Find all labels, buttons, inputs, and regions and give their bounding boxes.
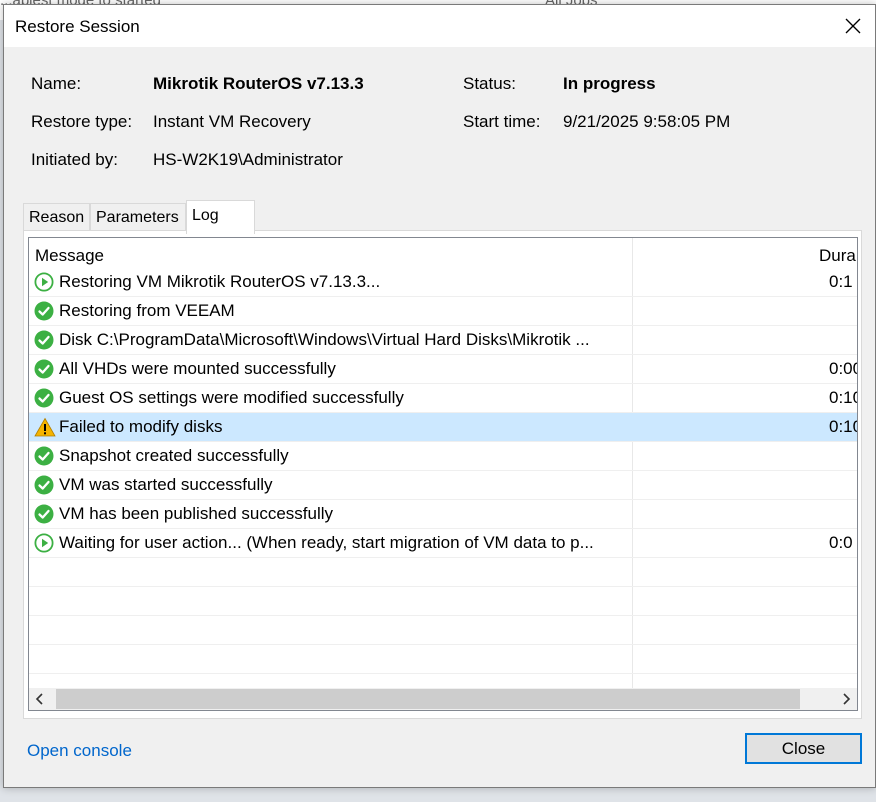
log-row[interactable]: Disk C:\ProgramData\Microsoft\Windows\Vi… [29, 326, 857, 355]
log-row-empty [29, 587, 857, 616]
restore-type-label: Restore type: [31, 112, 133, 131]
check-circle-icon [34, 504, 54, 524]
start-time-value: 9/21/2025 9:58:05 PM [563, 112, 731, 131]
log-row[interactable]: VM has been published successfully [29, 500, 857, 529]
column-header-message[interactable]: Message [35, 246, 104, 266]
scroll-right-button[interactable] [835, 688, 857, 710]
log-row[interactable]: Restoring VM Mikrotik RouterOS v7.13.3..… [29, 268, 857, 297]
horizontal-scrollbar[interactable] [29, 688, 857, 710]
log-row[interactable]: Restoring from VEEAM [29, 297, 857, 326]
log-row[interactable]: Failed to modify disks 0:10 [29, 413, 857, 442]
check-circle-icon [34, 475, 54, 495]
tab-log-label: Log [192, 207, 219, 224]
dialog-title: Restore Session [15, 17, 140, 36]
scrollbar-thumb[interactable] [56, 689, 800, 709]
play-circle-icon [34, 272, 54, 292]
close-button-label: Close [781, 738, 826, 758]
status-label: Status: [463, 74, 516, 93]
check-circle-icon [34, 388, 54, 408]
log-row-message: Restoring VM Mikrotik RouterOS v7.13.3..… [59, 272, 381, 291]
title-bar: Restore Session [4, 5, 875, 47]
close-icon [845, 18, 861, 34]
tab-log[interactable]: Log [186, 200, 255, 234]
log-row[interactable]: All VHDs were mounted successfully 0:00 [29, 355, 857, 384]
log-row-empty [29, 558, 857, 587]
check-circle-icon [34, 359, 54, 379]
initiated-by-value: HS-W2K19\Administrator [153, 150, 343, 169]
check-circle-icon [34, 330, 54, 350]
log-row-message: Failed to modify disks [59, 417, 223, 436]
restore-session-dialog: Restore Session Name: Mikrotik RouterOS … [3, 4, 876, 788]
log-row[interactable]: VM was started successfully [29, 471, 857, 500]
log-row-message: Restoring from VEEAM [59, 301, 235, 320]
log-row[interactable]: Guest OS settings were modified successf… [29, 384, 857, 413]
open-console-link[interactable]: Open console [27, 741, 132, 761]
log-row-message: VM has been published successfully [59, 504, 334, 523]
scroll-left-button[interactable] [29, 688, 51, 710]
log-row-duration: 0:00 [829, 359, 857, 378]
tab-parameters-label: Parameters [96, 209, 179, 226]
log-grid-header: Message Dura [29, 238, 857, 268]
play-circle-icon [34, 533, 54, 553]
log-row-duration: 0:10 [829, 417, 857, 436]
status-value: In progress [563, 74, 656, 93]
log-row-message: Disk C:\ProgramData\Microsoft\Windows\Vi… [59, 330, 590, 349]
log-row-duration: 0:0 [829, 533, 853, 552]
start-time-label: Start time: [463, 112, 541, 131]
log-row-empty [29, 616, 857, 645]
chevron-left-icon [35, 693, 43, 705]
log-row[interactable]: Waiting for user action... (When ready, … [29, 529, 857, 558]
tab-parameters[interactable]: Parameters [90, 203, 186, 231]
log-row-duration: 0:1 [829, 272, 853, 291]
chevron-right-icon [843, 693, 851, 705]
warning-triangle-icon [34, 417, 56, 437]
log-row-message: Guest OS settings were modified successf… [59, 388, 404, 407]
tab-reason[interactable]: Reason [23, 203, 90, 231]
name-value: Mikrotik RouterOS v7.13.3 [153, 74, 364, 93]
log-row-message: Snapshot created successfully [59, 446, 289, 465]
log-row-message: VM was started successfully [59, 475, 273, 494]
column-header-duration[interactable]: Dura [819, 246, 856, 266]
log-row[interactable]: Snapshot created successfully [29, 442, 857, 471]
check-circle-icon [34, 446, 54, 466]
log-panel: Message Dura Restoring VM Mikrotik Route… [23, 230, 862, 719]
close-window-button[interactable] [837, 11, 869, 41]
tab-reason-label: Reason [29, 209, 85, 226]
check-circle-icon [34, 301, 54, 321]
log-row-message: All VHDs were mounted successfully [59, 359, 336, 378]
log-row-duration: 0:10 [829, 388, 857, 407]
log-row-empty [29, 645, 857, 674]
restore-type-value: Instant VM Recovery [153, 112, 311, 131]
close-button[interactable]: Close [745, 733, 862, 764]
log-grid: Message Dura Restoring VM Mikrotik Route… [28, 237, 858, 711]
log-row-message: Waiting for user action... (When ready, … [59, 533, 594, 552]
name-label: Name: [31, 74, 82, 93]
initiated-by-label: Initiated by: [31, 150, 118, 169]
